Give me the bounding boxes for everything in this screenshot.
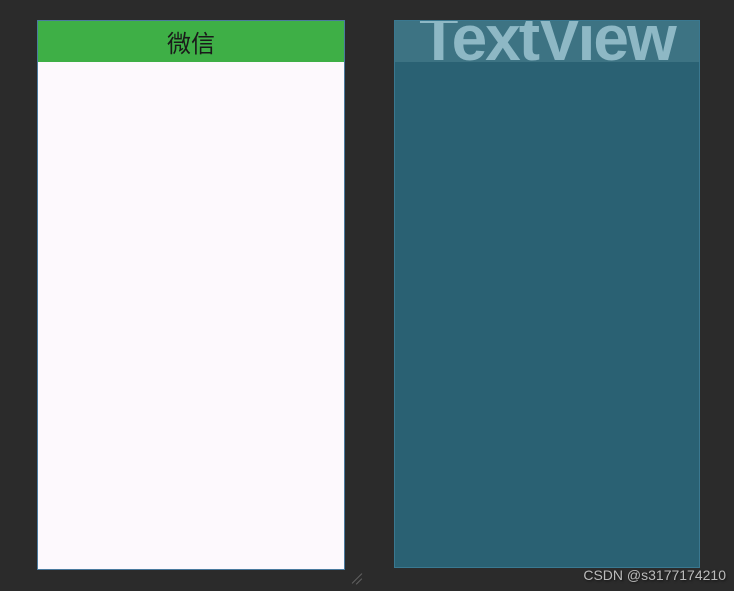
device-preview-left: 微信 bbox=[37, 20, 345, 570]
textview-label: TextView bbox=[419, 21, 675, 56]
blueprint-header[interactable]: TextView bbox=[395, 21, 699, 62]
app-header: 微信 bbox=[38, 21, 344, 62]
app-title: 微信 bbox=[167, 24, 215, 59]
resize-handle-icon[interactable] bbox=[350, 571, 362, 583]
watermark-text: CSDN @s3177174210 bbox=[583, 567, 726, 583]
device-blueprint-right: TextView bbox=[394, 20, 700, 568]
